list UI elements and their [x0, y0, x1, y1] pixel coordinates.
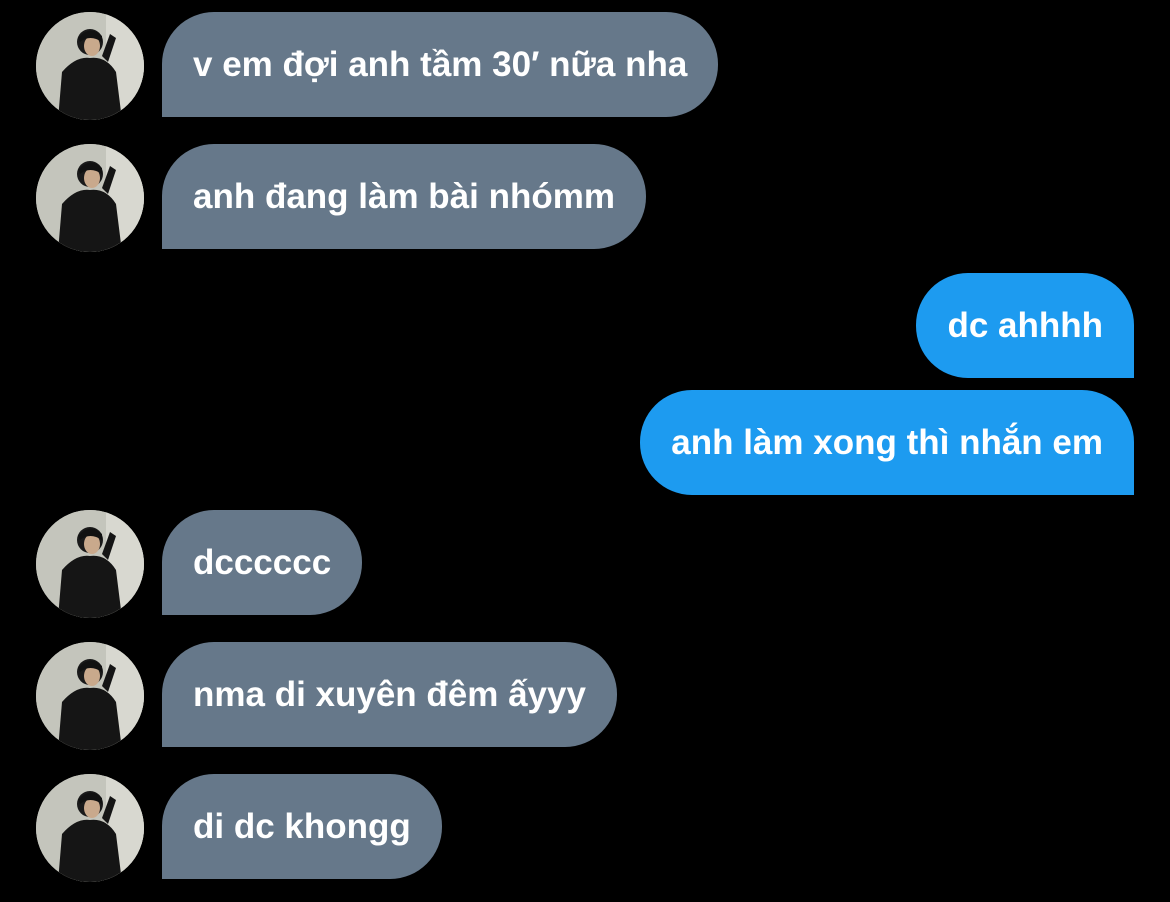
person-avatar-icon — [36, 12, 144, 120]
avatar[interactable] — [36, 144, 144, 252]
received-message-bubble[interactable]: dcccccc — [162, 510, 363, 615]
message-row: anh làm xong thì nhắn em — [0, 390, 1170, 495]
message-row: dcccccc — [0, 510, 1170, 618]
received-message-bubble[interactable]: v em đợi anh tầm 30′ nữa nha — [162, 12, 719, 117]
message-row: dc ahhhh — [0, 273, 1170, 378]
message-row: nma di xuyên đêm ấyyy — [0, 642, 1170, 750]
received-message-bubble[interactable]: anh đang làm bài nhómm — [162, 144, 646, 249]
message-text: anh đang làm bài nhómm — [193, 176, 615, 216]
message-row: v em đợi anh tầm 30′ nữa nha — [0, 12, 1170, 120]
sent-message-bubble[interactable]: dc ahhhh — [916, 273, 1134, 378]
avatar[interactable] — [36, 774, 144, 882]
avatar[interactable] — [36, 12, 144, 120]
message-row: di dc khongg — [0, 774, 1170, 882]
sent-message-bubble[interactable]: anh làm xong thì nhắn em — [640, 390, 1134, 495]
received-message-bubble[interactable]: di dc khongg — [162, 774, 442, 879]
message-text: dcccccc — [193, 542, 332, 582]
person-avatar-icon — [36, 510, 144, 618]
message-text: di dc khongg — [193, 806, 411, 846]
avatar[interactable] — [36, 510, 144, 618]
message-text: nma di xuyên đêm ấyyy — [193, 674, 586, 714]
received-message-bubble[interactable]: nma di xuyên đêm ấyyy — [162, 642, 617, 747]
message-text: anh làm xong thì nhắn em — [671, 422, 1103, 462]
person-avatar-icon — [36, 642, 144, 750]
message-row: anh đang làm bài nhómm — [0, 144, 1170, 252]
person-avatar-icon — [36, 774, 144, 882]
avatar[interactable] — [36, 642, 144, 750]
message-text: v em đợi anh tầm 30′ nữa nha — [193, 44, 688, 84]
message-text: dc ahhhh — [947, 305, 1103, 345]
person-avatar-icon — [36, 144, 144, 252]
